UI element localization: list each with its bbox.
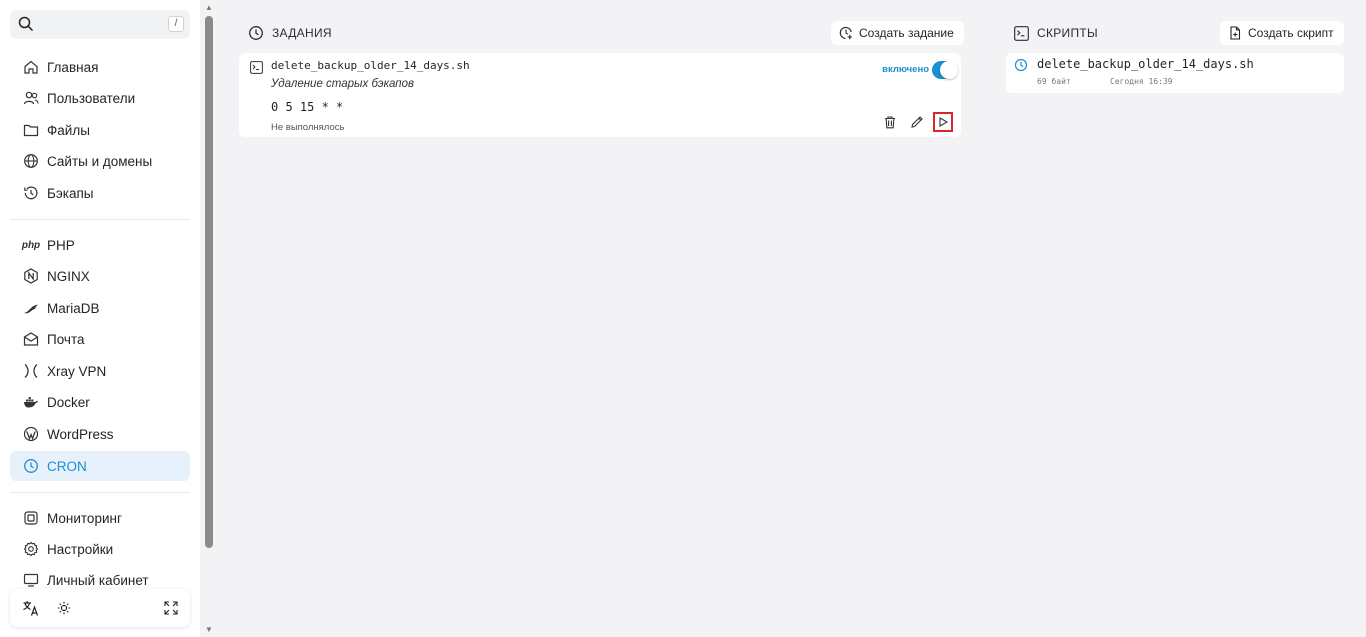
sidebar-item-users[interactable]: Пользователи (10, 83, 190, 113)
clock-icon (22, 457, 40, 475)
sidebar-item-label: Почта (47, 331, 85, 347)
task-card: delete_backup_older_14_days.sh Удаление … (239, 53, 961, 137)
create-script-button[interactable]: Создать скрипт (1220, 21, 1344, 45)
toggle-label: включено (882, 64, 929, 75)
sidebar-item-monitoring[interactable]: Мониторинг (10, 503, 190, 533)
search-shortcut-key: / (168, 16, 184, 32)
sidebar-item-mariadb[interactable]: MariaDB (10, 293, 190, 323)
sidebar-item-label: Настройки (47, 541, 114, 557)
settings-icon (22, 540, 40, 558)
fullscreen-icon[interactable] (162, 599, 180, 617)
search-icon (18, 16, 34, 32)
task-description: Удаление старых бэкапов (271, 78, 414, 90)
sidebar-item-label: Пользователи (47, 90, 136, 106)
nginx-icon (22, 267, 40, 285)
clock-icon (1014, 58, 1028, 72)
translate-icon[interactable] (22, 599, 40, 617)
play-icon (939, 117, 949, 127)
create-task-button[interactable]: Создать задание (831, 21, 964, 45)
delete-task-button[interactable] (880, 112, 900, 132)
cpu-icon (22, 509, 40, 527)
sidebar-item-label: NGINX (47, 268, 90, 284)
script-modified: Сегодня 16:39 (1110, 77, 1173, 86)
scroll-up-arrow-icon[interactable]: ▲ (204, 4, 214, 12)
tasks-header: ЗАДАНИЯ (248, 25, 332, 41)
sidebar-item-label: Xray VPN (47, 363, 107, 379)
sidebar-item-sites[interactable]: Сайты и домены (10, 146, 190, 176)
create-task-label: Создать задание (859, 26, 954, 40)
sidebar-item-label: Личный кабинет (47, 572, 149, 588)
search-input[interactable]: / (10, 10, 190, 39)
sidebar-item-label: Бэкапы (47, 185, 94, 201)
sidebar-item-label: Docker (47, 394, 90, 410)
task-enabled-toggle[interactable] (932, 61, 958, 79)
history-icon (22, 184, 40, 202)
sidebar-item-cron[interactable]: CRON (10, 451, 190, 481)
sidebar-divider (10, 492, 190, 493)
clock-icon (248, 25, 264, 41)
docker-icon (22, 393, 40, 411)
task-name: delete_backup_older_14_days.sh (271, 59, 470, 72)
sidebar-item-label: PHP (47, 237, 75, 253)
sidebar-item-docker[interactable]: Docker (10, 387, 190, 417)
sidebar-bottom-toolbar (10, 589, 190, 627)
sidebar-item-xray-vpn[interactable]: Xray VPN (10, 356, 190, 386)
pencil-icon (911, 116, 923, 128)
terminal-icon (1013, 25, 1029, 41)
sidebar-item-label: Файлы (47, 122, 90, 138)
scripts-header: СКРИПТЫ (1013, 25, 1098, 41)
sidebar-item-files[interactable]: Файлы (10, 115, 190, 145)
scrollbar-thumb[interactable] (205, 16, 213, 548)
globe-icon (22, 152, 40, 170)
sidebar-item-label: Главная (47, 59, 99, 75)
sidebar-item-label: Сайты и домены (47, 153, 153, 169)
sidebar-item-label: MariaDB (47, 300, 100, 316)
sidebar-item-wordpress[interactable]: WordPress (10, 419, 190, 449)
sidebar-item-nginx[interactable]: NGINX (10, 261, 190, 291)
php-icon: php (21, 239, 41, 251)
sidebar-item-php[interactable]: php PHP (10, 230, 190, 260)
folder-icon (22, 121, 40, 139)
task-status: Не выполнялось (271, 122, 345, 133)
toggle-knob (940, 61, 958, 79)
scroll-down-arrow-icon[interactable]: ▼ (204, 626, 214, 634)
users-icon (22, 89, 40, 107)
sidebar: / Главная Пользователи Файлы Сайты и дом… (0, 0, 200, 637)
sidebar-item-label: CRON (47, 458, 87, 474)
tasks-title: ЗАДАНИЯ (272, 26, 332, 40)
edit-task-button[interactable] (907, 112, 927, 132)
scripts-title: СКРИПТЫ (1037, 26, 1098, 40)
sidebar-item-label: Мониторинг (47, 510, 122, 526)
sidebar-item-backups[interactable]: Бэкапы (10, 178, 190, 208)
sidebar-item-label: WordPress (47, 426, 114, 442)
sidebar-divider (10, 219, 190, 220)
theme-toggle-icon[interactable] (55, 599, 73, 617)
sidebar-item-home[interactable]: Главная (10, 52, 190, 82)
script-size: 69 байт (1037, 77, 1071, 86)
script-card[interactable]: delete_backup_older_14_days.sh 69 байт С… (1006, 53, 1344, 93)
sidebar-item-mail[interactable]: Почта (10, 324, 190, 354)
file-plus-icon (1228, 26, 1242, 40)
mail-icon (22, 330, 40, 348)
trash-icon (885, 116, 895, 129)
sidebar-item-settings[interactable]: Настройки (10, 534, 190, 564)
xray-icon (22, 362, 40, 380)
run-task-button[interactable] (933, 112, 953, 132)
terminal-icon (250, 61, 263, 74)
monitor-icon (22, 571, 40, 589)
wordpress-icon (22, 425, 40, 443)
task-schedule: 0 5 15 * * (271, 100, 344, 114)
clock-plus-icon (839, 26, 853, 40)
mariadb-icon (22, 299, 40, 317)
create-script-label: Создать скрипт (1248, 26, 1334, 40)
home-icon (22, 58, 40, 76)
script-name: delete_backup_older_14_days.sh (1037, 57, 1254, 71)
